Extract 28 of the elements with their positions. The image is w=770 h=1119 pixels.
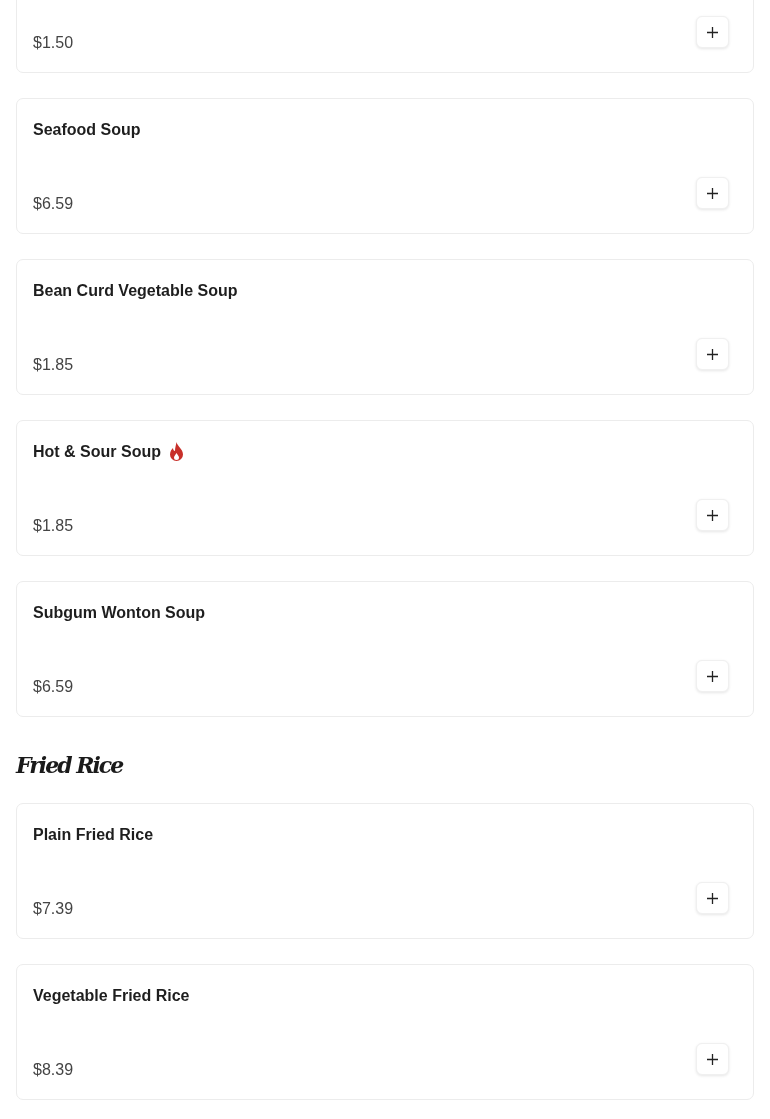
section-heading: Fried Rice bbox=[16, 752, 124, 779]
item-price: $6.59 bbox=[33, 678, 74, 696]
item-name: Plain Fried Rice bbox=[33, 826, 154, 845]
add-button[interactable] bbox=[696, 660, 729, 692]
plus-icon bbox=[707, 1053, 718, 1065]
add-button[interactable] bbox=[696, 16, 729, 48]
plus-icon bbox=[707, 509, 718, 521]
plus-icon bbox=[707, 187, 718, 199]
item-name: Hot & Sour Soup bbox=[33, 443, 161, 461]
item-name: Seafood Soup bbox=[33, 121, 141, 139]
add-button[interactable] bbox=[696, 1043, 729, 1076]
plus-icon bbox=[707, 892, 718, 904]
plus-icon bbox=[707, 670, 718, 682]
add-button[interactable] bbox=[696, 338, 729, 370]
add-button[interactable] bbox=[696, 882, 729, 915]
item-price: $1.85 bbox=[33, 517, 74, 535]
item-price: $7.39 bbox=[33, 900, 74, 919]
item-price: $6.59 bbox=[33, 195, 74, 213]
item-price: $1.50 bbox=[33, 34, 74, 52]
plus-icon bbox=[707, 26, 718, 38]
item-name: Subgum Wonton Soup bbox=[33, 604, 206, 622]
item-name: Bean Curd Vegetable Soup bbox=[33, 282, 238, 300]
add-button[interactable] bbox=[696, 499, 729, 531]
item-name: Vegetable Fried Rice bbox=[33, 987, 190, 1006]
add-button[interactable] bbox=[696, 177, 729, 209]
item-price: $8.39 bbox=[33, 1061, 74, 1080]
plus-icon bbox=[707, 348, 718, 360]
item-price: $1.85 bbox=[33, 356, 74, 374]
